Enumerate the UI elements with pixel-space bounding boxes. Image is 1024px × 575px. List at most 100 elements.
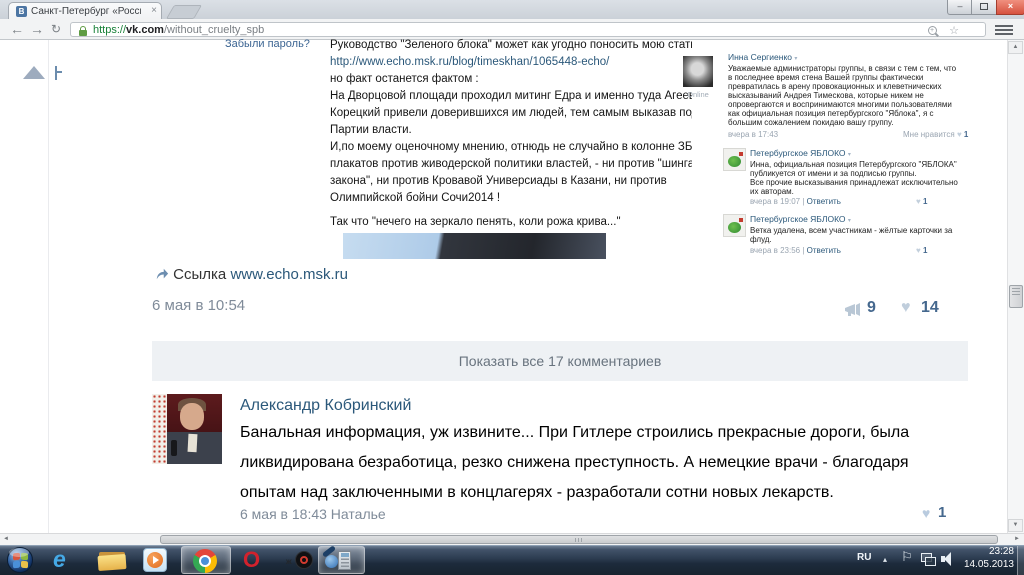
like-count[interactable]: 14: [921, 299, 939, 317]
action-center-flag-icon[interactable]: ⚐: [901, 549, 913, 565]
comment-like-action[interactable]: ♥ 1: [916, 197, 927, 206]
link-arrow-icon: [155, 267, 169, 281]
avatar-face: [180, 403, 204, 430]
forgot-password-link[interactable]: Забыли пароль?: [225, 38, 310, 50]
avatar[interactable]: [683, 56, 713, 87]
comment-author-link[interactable]: Инна Сергиенко ▾: [728, 52, 797, 62]
attachment-url-link[interactable]: www.echo.msk.ru: [230, 266, 348, 283]
vertical-scrollbar[interactable]: ▲ ▼: [1007, 40, 1024, 533]
post-text: Руководство "Зеленого блока" может как у…: [330, 37, 692, 231]
reply-link[interactable]: Ответить: [807, 197, 841, 206]
logo-red-mark: [739, 152, 743, 156]
post-line: Так что "нечего на зеркало пенять, коли …: [330, 214, 692, 231]
thumb-grip: [575, 538, 576, 542]
post-link[interactable]: http://www.echo.msk.ru/blog/timeskhan/10…: [330, 54, 692, 71]
chrome-icon[interactable]: [193, 549, 217, 573]
horizontal-scrollbar-thumb[interactable]: [160, 535, 998, 544]
show-all-comments-button[interactable]: Показать все 17 комментариев: [152, 341, 968, 381]
heart-icon[interactable]: ♥: [922, 505, 930, 521]
share-megaphone-icon[interactable]: [845, 303, 864, 317]
scroll-left-button[interactable]: ◄: [3, 536, 9, 542]
avatar[interactable]: [723, 214, 746, 237]
clock-date[interactable]: 14.05.2013: [958, 559, 1014, 570]
comment-footer: вчера в 19:07 | Ответить: [750, 197, 841, 206]
window-minimize-button[interactable]: –: [947, 0, 973, 15]
tab-title: Санкт-Петербург «Росси: [31, 6, 141, 17]
like-count[interactable]: 1: [938, 504, 946, 521]
clock-time[interactable]: 23:28: [970, 546, 1014, 557]
back-icon[interactable]: ←: [10, 21, 24, 37]
comment-date[interactable]: вчера в 19:07: [750, 197, 800, 206]
avatar[interactable]: [152, 394, 222, 464]
author-name: Петербургское ЯБЛОКО: [750, 148, 846, 158]
comment-author-link[interactable]: Петербургское ЯБЛОКО ▾: [750, 214, 851, 224]
start-button-shine: [9, 548, 29, 557]
attachment-label: Ссылка: [173, 266, 226, 283]
comment-author-link[interactable]: Александр Кобринский: [240, 397, 411, 415]
internet-explorer-icon[interactable]: e: [53, 546, 66, 573]
online-status: Online: [681, 90, 715, 99]
horizontal-scrollbar[interactable]: [0, 533, 1024, 545]
reload-icon[interactable]: ↻: [51, 22, 61, 36]
link-attachment[interactable]: Ссылка www.echo.msk.ru: [155, 266, 348, 283]
volume-icon-cone: [944, 552, 951, 566]
url-scheme: https://: [93, 24, 126, 36]
author-name: Инна Сергиенко: [728, 52, 792, 62]
like-label[interactable]: Мне нравится: [903, 130, 955, 139]
media-player-icon[interactable]: [143, 548, 167, 572]
window-maximize-button[interactable]: [971, 0, 998, 15]
comment-footer: вчера в 23:56 | Ответить: [750, 246, 841, 255]
apple-logo-icon: [728, 156, 741, 167]
logo-red-mark: [739, 218, 743, 222]
explorer-icon-front[interactable]: [98, 554, 127, 571]
comment-date[interactable]: вчера в 17:43: [728, 130, 778, 139]
language-indicator[interactable]: RU: [857, 552, 871, 563]
comment-date[interactable]: вчера в 23:56: [750, 246, 800, 255]
reply-link[interactable]: Ответить: [807, 246, 841, 255]
comment-like-action[interactable]: Мне нравится ♥ 1: [903, 130, 968, 139]
scroll-right-button[interactable]: ►: [1014, 536, 1020, 542]
hidden-icons-arrow-icon[interactable]: ▴: [883, 555, 887, 564]
show-desktop-button[interactable]: [1017, 546, 1024, 575]
like-count: 1: [964, 130, 968, 139]
post-date[interactable]: 6 мая в 10:54: [152, 297, 245, 314]
menu-icon[interactable]: [995, 25, 1013, 37]
recorder-app-icon[interactable]: [295, 551, 313, 569]
post-line: Партии власти.: [330, 122, 692, 139]
new-tab-button[interactable]: [166, 5, 202, 19]
vk-favicon-icon: В: [16, 6, 27, 17]
avatar-bg-dots: [152, 394, 167, 464]
address-bar[interactable]: https://vk.com/without_cruelty_spb + ☆: [70, 22, 986, 37]
comment-date[interactable]: 6 мая в 18:43 Наталье: [240, 506, 386, 522]
post-line: Руководство "Зеленого блока" может как у…: [330, 37, 692, 54]
vertical-scrollbar-thumb[interactable]: [1009, 285, 1023, 308]
post-line: Олимпийской бойни Сочи2014 !: [330, 190, 692, 207]
chevron-down-icon: ▾: [848, 218, 851, 224]
share-count[interactable]: 9: [867, 299, 876, 317]
page-zoom-icon-handle: [935, 33, 939, 37]
post-line: плакатов против живодерской политики вла…: [330, 156, 692, 173]
comment-like-action[interactable]: ♥ 1: [916, 246, 927, 255]
scroll-up-button[interactable]: ▲: [1008, 41, 1023, 54]
post-photo-attachment[interactable]: [343, 233, 606, 259]
browser-tab[interactable]: В Санкт-Петербург «Росси ×: [8, 2, 162, 20]
record-dot-icon: [300, 556, 308, 564]
opera-icon[interactable]: O: [243, 547, 260, 573]
play-icon: [153, 556, 159, 564]
avatar[interactable]: [723, 148, 746, 171]
heart-icon: ♥: [916, 197, 921, 206]
scroll-to-top-arrow-icon[interactable]: [23, 66, 45, 79]
comment-text: Инна, официальная позиция Петербургского…: [750, 160, 988, 196]
scroll-down-button[interactable]: ▼: [1008, 519, 1023, 532]
screen: В Санкт-Петербург «Росси × – × ← → ↻ htt…: [0, 0, 1024, 575]
microphone-icon: [171, 440, 177, 456]
like-heart-icon[interactable]: ♥: [901, 299, 911, 317]
tab-close-icon[interactable]: ×: [151, 5, 157, 17]
post-line: закона", ни против Кровавой Универсиады …: [330, 173, 692, 190]
bookmark-star-icon[interactable]: ☆: [949, 24, 959, 37]
comment-text: Банальная информация, уж извините... При…: [240, 418, 952, 508]
window-close-button[interactable]: ×: [996, 0, 1024, 15]
forward-icon[interactable]: →: [30, 21, 44, 37]
post-line: И,по моему оценочному мнению, отнюдь не …: [330, 139, 692, 156]
comment-author-link[interactable]: Петербургское ЯБЛОКО ▾: [750, 148, 851, 158]
